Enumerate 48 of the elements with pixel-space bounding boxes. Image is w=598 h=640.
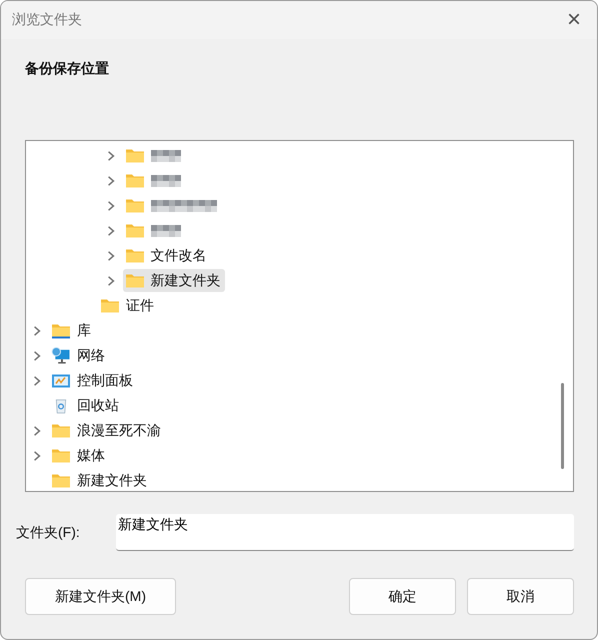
tree-item[interactable]: 浪漫至死不渝 bbox=[49, 419, 165, 442]
item-label: 证件 bbox=[126, 296, 154, 314]
item-label: 新建文件夹 bbox=[77, 472, 147, 490]
folder-icon bbox=[124, 272, 144, 289]
folder-input-field[interactable]: 新建文件夹 bbox=[116, 514, 574, 551]
tree-item[interactable]: 库 bbox=[49, 319, 95, 342]
folder-icon bbox=[124, 197, 144, 214]
tree-item[interactable]: 新建文件夹 bbox=[49, 469, 151, 492]
folder-icon bbox=[124, 147, 144, 164]
item-label: 回收站 bbox=[77, 396, 119, 414]
folder-icon bbox=[51, 422, 71, 439]
chevron-icon[interactable] bbox=[31, 424, 43, 436]
cancel-button[interactable]: 取消 bbox=[467, 578, 574, 615]
folder-icon bbox=[51, 472, 71, 489]
folder-label: 文件夹(F): bbox=[16, 524, 81, 542]
folder-icon bbox=[124, 222, 144, 239]
new-folder-button[interactable]: 新建文件夹(M) bbox=[25, 578, 176, 615]
item-label: 文件改名 bbox=[150, 246, 206, 264]
tree-item[interactable]: 回收站 bbox=[49, 394, 123, 417]
tree-item[interactable]: 文件改名 bbox=[122, 244, 210, 267]
folder-icon bbox=[51, 322, 71, 339]
chevron-icon[interactable] bbox=[31, 374, 43, 386]
ok-button[interactable]: 确定 bbox=[349, 578, 456, 615]
item-label: 媒体 bbox=[77, 446, 105, 464]
folder-icon bbox=[51, 447, 71, 464]
scrollbar-thumb[interactable] bbox=[561, 383, 564, 469]
window-title: 浏览文件夹 bbox=[12, 11, 82, 29]
item-label: 新建文件夹 bbox=[150, 272, 220, 290]
description-label: 备份保存位置 bbox=[25, 59, 110, 78]
tree-item[interactable]: 网络 bbox=[49, 344, 109, 367]
item-label: 浪漫至死不渝 bbox=[77, 422, 161, 440]
tree-item[interactable]: 证件 bbox=[98, 294, 158, 317]
item-label: 控制面板 bbox=[77, 372, 133, 390]
tree-item[interactable]: 控制面板 bbox=[49, 369, 137, 392]
redacted-text bbox=[150, 198, 216, 214]
tree-item[interactable]: 媒体 bbox=[49, 444, 109, 467]
chevron-icon[interactable] bbox=[31, 350, 43, 362]
item-label: 网络 bbox=[77, 346, 105, 364]
chevron-icon[interactable] bbox=[31, 450, 43, 462]
network-monitor-icon bbox=[51, 347, 71, 364]
close-button[interactable]: × bbox=[551, 1, 597, 39]
folder-icon bbox=[124, 247, 144, 264]
control-panel-icon bbox=[51, 372, 71, 389]
folder-icon bbox=[100, 297, 120, 314]
item-label: 库 bbox=[77, 322, 91, 340]
tree-item[interactable]: 新建文件夹 bbox=[122, 269, 224, 292]
folder-icon bbox=[124, 172, 144, 189]
chevron-icon[interactable] bbox=[31, 324, 43, 336]
